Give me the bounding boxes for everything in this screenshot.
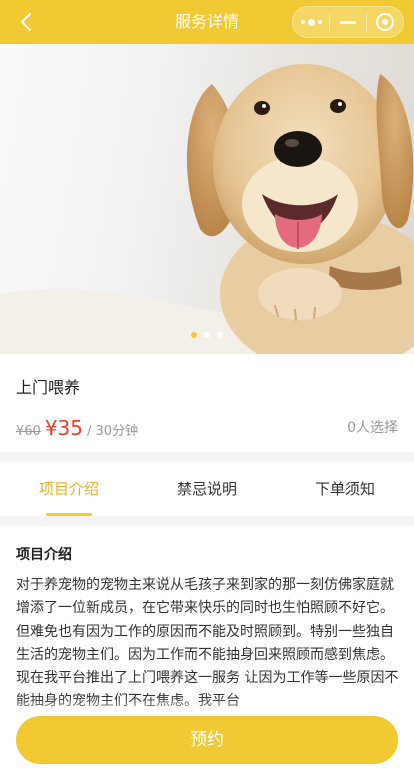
carousel-indicator [0,332,414,338]
minimize-icon [339,20,356,24]
close-target-icon [375,13,394,31]
selected-count: 0人选择 [347,420,398,436]
section-title: 项目介绍 [16,547,72,563]
original-price: ¥60 [16,424,41,439]
carousel-dot[interactable] [204,332,210,338]
price-row: ¥60 ¥35 / 30分钟 [16,416,138,440]
banner-carousel[interactable] [0,44,414,354]
tab-introduction[interactable]: 项目介绍 [0,462,138,516]
carousel-dot[interactable] [217,332,223,338]
tab-content: 项目介绍 对于养宠物的宠物主来说从毛孩子来到家的那一刻仿佛家庭就增添了一位新成员… [0,526,414,780]
navbar: 服务详情 [0,0,414,44]
minimize-button[interactable] [330,7,366,37]
service-name: 上门喂养 [16,378,81,397]
detail-tabs: 项目介绍 禁忌说明 下单须知 [0,462,414,516]
more-button[interactable] [293,7,329,37]
section-body: 对于养宠物的宠物主来说从毛孩子来到家的那一刻仿佛家庭就增添了一位新成员，在它带来… [16,577,399,709]
footer-bar: 预约 [0,698,414,780]
service-info: 上门喂养 ¥60 ¥35 / 30分钟 0人选择 [0,354,414,452]
current-price: ¥35 [44,416,84,440]
mini-program-capsule [292,6,404,38]
more-dots-icon [300,18,322,26]
book-button[interactable]: 预约 [16,716,398,764]
puppy-photo [0,64,414,354]
carousel-dot[interactable] [191,332,197,338]
tab-order-notes[interactable]: 下单须知 [276,462,414,516]
price-unit: / 30分钟 [87,424,139,439]
close-button[interactable] [367,7,403,37]
tab-contraindications[interactable]: 禁忌说明 [138,462,276,516]
